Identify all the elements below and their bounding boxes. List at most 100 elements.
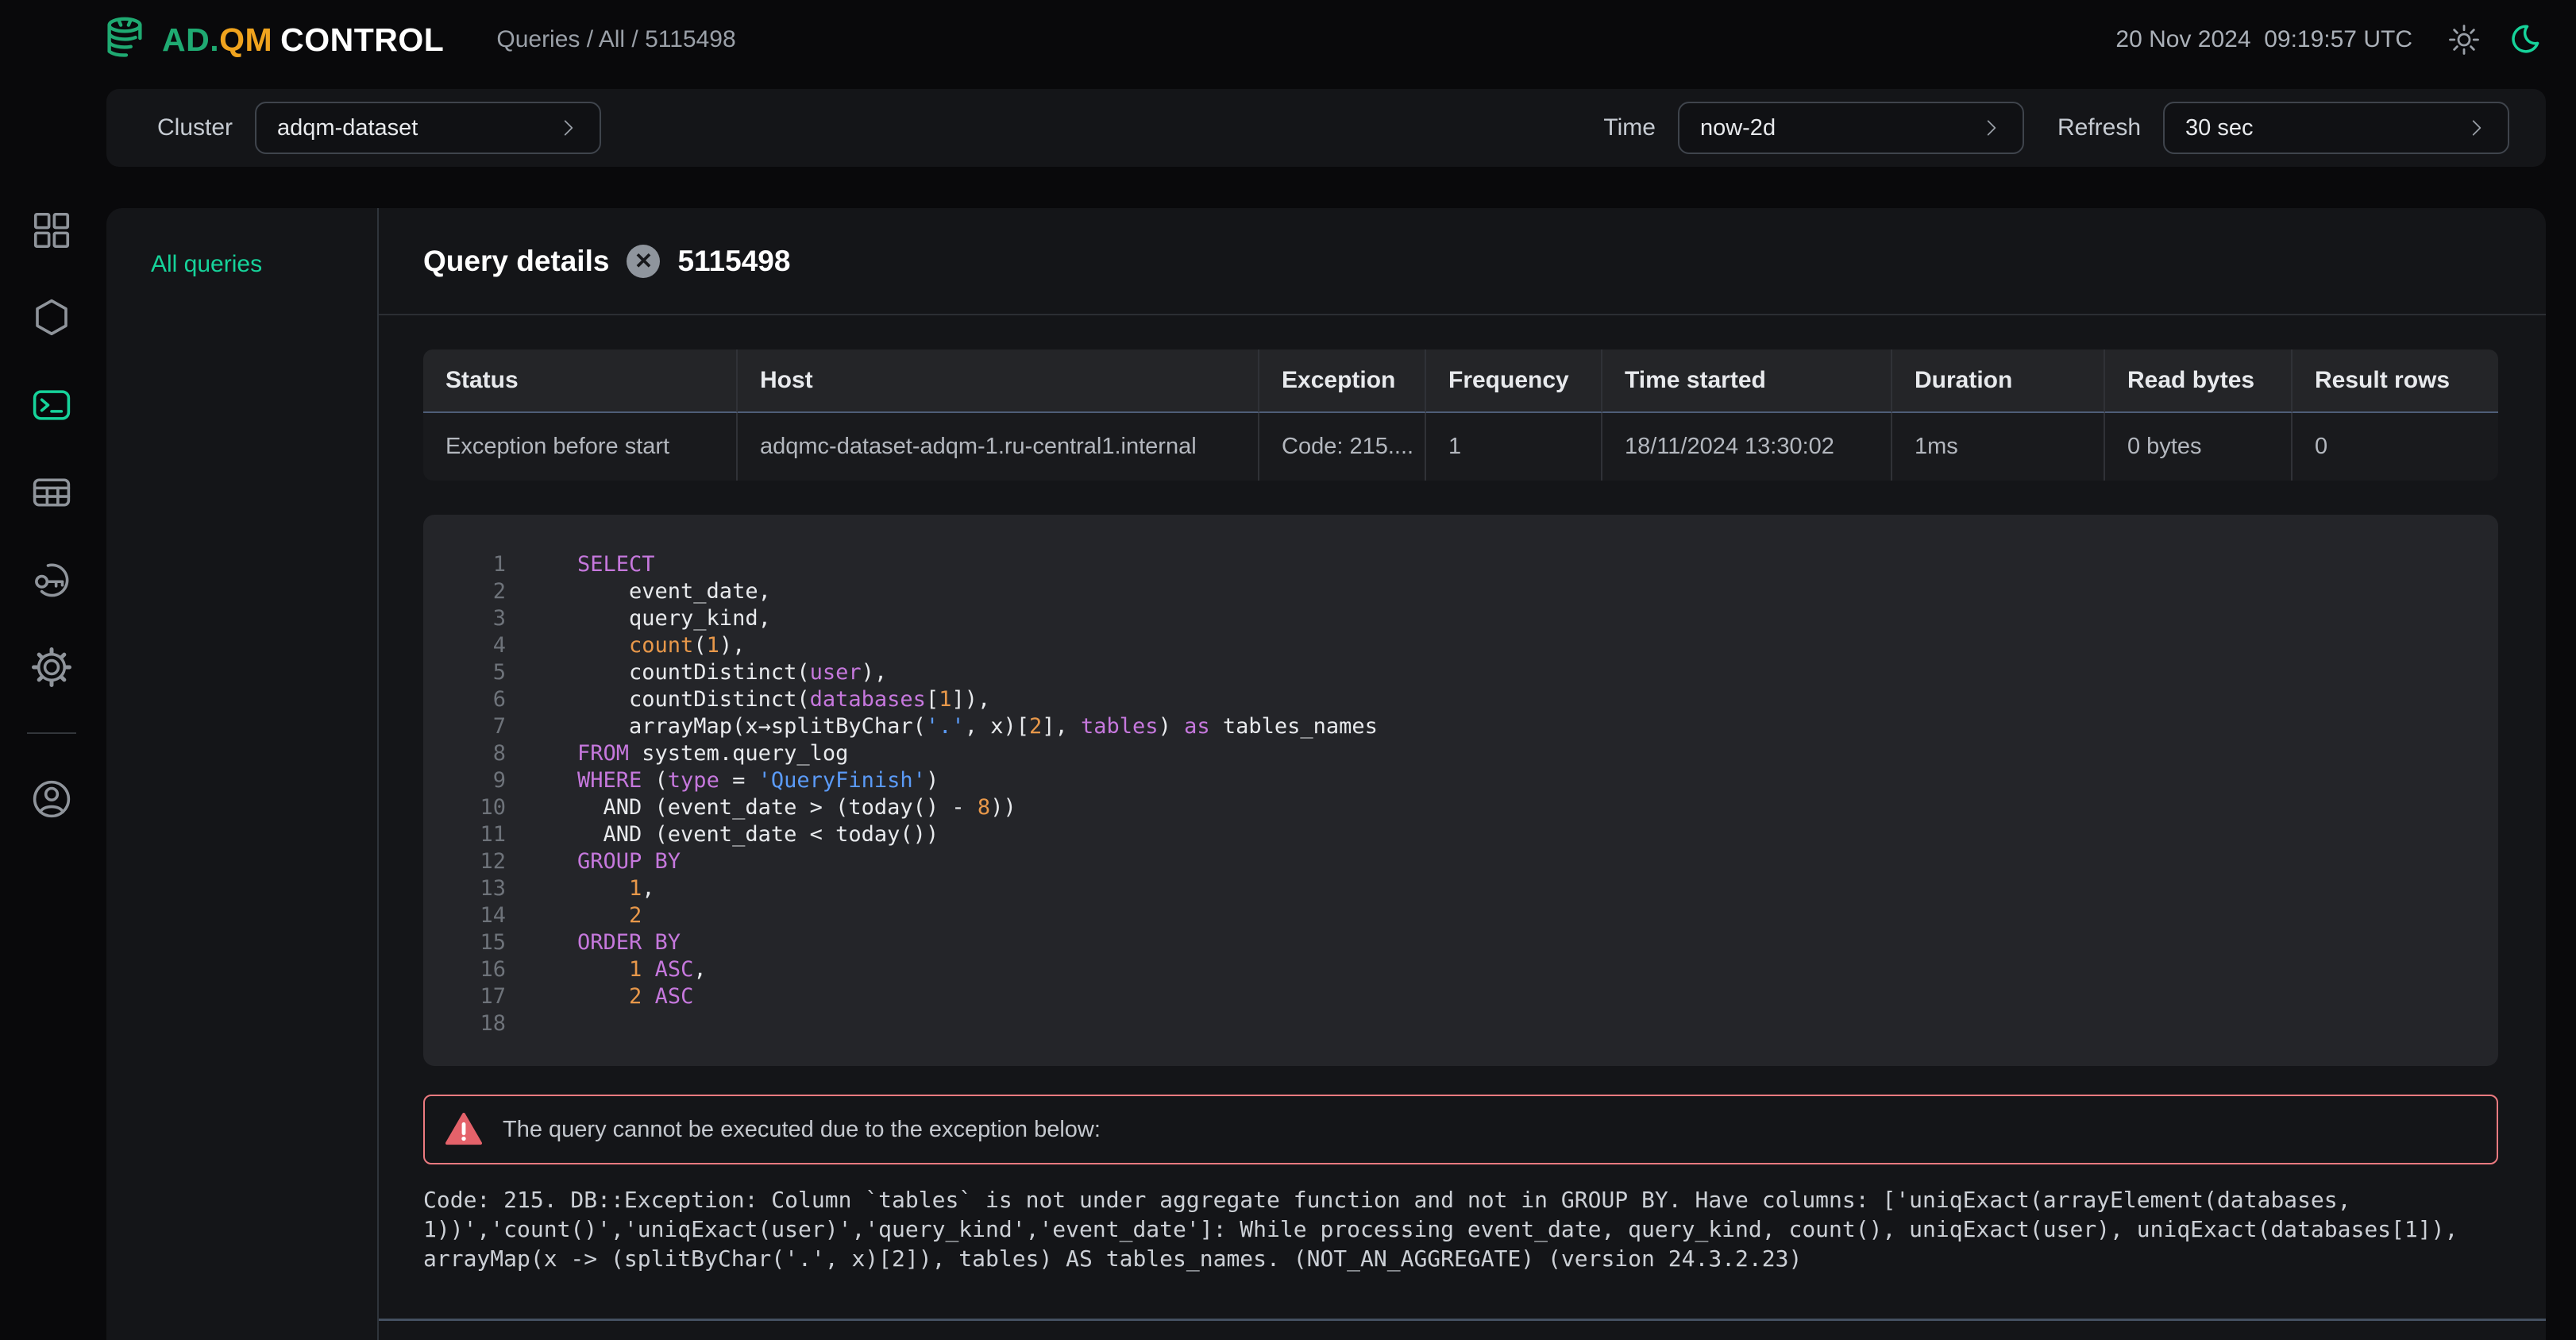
code-text: query_kind, <box>506 605 771 632</box>
line-number: 1 <box>423 551 506 578</box>
code-line: 7 arrayMap(x→splitByChar('.', x)[2], tab… <box>423 713 2498 740</box>
code-text: 1 ASC, <box>506 956 707 983</box>
top-header: AD.QMCONTROL Queries / All / 5115498 20 … <box>0 0 2576 79</box>
code-text: SELECT <box>506 551 655 578</box>
exception-line: 1))','count()','uniqExact(user)','query_… <box>423 1214 2501 1244</box>
code-line: 8FROM system.query_log <box>423 740 2498 767</box>
table-data-icon[interactable] <box>29 470 74 515</box>
chevron-right-icon <box>2466 118 2487 138</box>
chevron-right-icon <box>558 118 579 138</box>
section-divider <box>379 1319 2546 1321</box>
terminal-queries-icon[interactable] <box>29 383 74 427</box>
code-line: 6 countDistinct(databases[1]), <box>423 686 2498 713</box>
code-text: FROM system.query_log <box>506 740 848 767</box>
code-text: arrayMap(x→splitByChar('.', x)[2], table… <box>506 713 1378 740</box>
code-line: 2 event_date, <box>423 578 2498 605</box>
code-line: 5 countDistinct(user), <box>423 659 2498 686</box>
theme-toggle <box>2447 23 2541 56</box>
exception-line: arrayMap(x -> (splitByChar('.', x)[2]), … <box>423 1244 2501 1273</box>
line-number: 16 <box>423 956 506 983</box>
table-cell: Code: 215.... <box>1259 413 1426 481</box>
line-number: 7 <box>423 713 506 740</box>
table-header-cell: Status <box>423 349 738 413</box>
toolbar-right: Time now-2d Refresh 30 sec <box>1603 102 2509 154</box>
code-line: 9WHERE (type = 'QueryFinish') <box>423 767 2498 794</box>
line-number: 13 <box>423 875 506 902</box>
settings-gear-icon[interactable] <box>29 645 74 689</box>
cluster-label: Cluster <box>157 114 233 141</box>
brand-control: CONTROL <box>280 21 444 58</box>
code-text: WHERE (type = 'QueryFinish') <box>506 767 939 794</box>
warning-banner: The query cannot be executed due to the … <box>423 1095 2498 1164</box>
line-number: 4 <box>423 632 506 659</box>
code-line: 14 2 <box>423 902 2498 929</box>
code-line: 1SELECT <box>423 551 2498 578</box>
code-text: 2 <box>506 902 642 929</box>
line-number: 10 <box>423 794 506 821</box>
sql-code-block: 1SELECT2 event_date,3 query_kind,4 count… <box>423 515 2498 1066</box>
key-access-icon[interactable] <box>29 558 74 602</box>
chevron-right-icon <box>1981 118 2002 138</box>
table-header-cell: Host <box>738 349 1259 413</box>
code-text: countDistinct(databases[1]), <box>506 686 990 713</box>
line-number: 12 <box>423 848 506 875</box>
code-line: 3 query_kind, <box>423 605 2498 632</box>
table-header-cell: Frequency <box>1426 349 1602 413</box>
code-line: 4 count(1), <box>423 632 2498 659</box>
brand-ad: AD. <box>162 21 219 58</box>
table-cell: 18/11/2024 13:30:02 <box>1602 413 1892 481</box>
table-cell: 1 <box>1426 413 1602 481</box>
table-header-cell: Exception <box>1259 349 1426 413</box>
warning-text: The query cannot be executed due to the … <box>503 1117 1101 1143</box>
sidebar-rail <box>0 208 103 821</box>
line-number: 18 <box>423 1010 506 1037</box>
code-text: count(1), <box>506 632 745 659</box>
time-select[interactable]: now-2d <box>1678 102 2024 154</box>
refresh-select-value: 30 sec <box>2185 115 2253 141</box>
table-cell: 0 <box>2293 413 2498 481</box>
brand-logo[interactable]: AD.QMCONTROL <box>100 15 444 64</box>
code-text: 2 ASC <box>506 983 693 1010</box>
query-id: 5115498 <box>677 245 790 278</box>
close-icon[interactable]: ✕ <box>627 245 660 278</box>
table-header-row: StatusHostExceptionFrequencyTime started… <box>423 349 2498 413</box>
warning-triangle-icon <box>445 1111 482 1148</box>
code-line: 12GROUP BY <box>423 848 2498 875</box>
hexagon-nodes-icon[interactable] <box>29 295 74 340</box>
exception-message: Code: 215. DB::Exception: Column `tables… <box>423 1185 2501 1273</box>
page-title: Query details <box>423 245 609 278</box>
moon-icon[interactable] <box>2508 23 2541 56</box>
time-label: Time <box>1603 114 1656 141</box>
code-line: 17 2 ASC <box>423 983 2498 1010</box>
line-number: 17 <box>423 983 506 1010</box>
cluster-select-value: adqm-dataset <box>277 115 418 141</box>
cluster-toolbar: Cluster adqm-dataset Time now-2d Refresh… <box>106 89 2546 167</box>
code-line: 13 1, <box>423 875 2498 902</box>
main-panel: All queries Query details ✕ 5115498 Stat… <box>106 208 2546 1340</box>
dashboard-grid-icon[interactable] <box>29 208 74 253</box>
table-header-cell: Result rows <box>2293 349 2498 413</box>
line-number: 3 <box>423 605 506 632</box>
line-number: 15 <box>423 929 506 956</box>
time-select-value: now-2d <box>1700 115 1776 141</box>
sidebar-item-all-queries[interactable]: All queries <box>151 251 262 277</box>
user-account-icon[interactable] <box>29 777 74 821</box>
breadcrumb[interactable]: Queries / All / 5115498 <box>496 26 735 53</box>
table-header-cell: Time started <box>1602 349 1892 413</box>
code-line: 11 AND (event_date < today()) <box>423 821 2498 848</box>
exception-line: Code: 215. DB::Exception: Column `tables… <box>423 1185 2501 1214</box>
code-text: 1, <box>506 875 655 902</box>
queries-subnav: All queries <box>106 208 379 1340</box>
line-number: 2 <box>423 578 506 605</box>
refresh-label: Refresh <box>2057 114 2141 141</box>
code-line: 10 AND (event_date > (today() - 8)) <box>423 794 2498 821</box>
line-number: 9 <box>423 767 506 794</box>
brand-text: AD.QMCONTROL <box>162 21 444 59</box>
logo-db-icon <box>100 15 149 64</box>
refresh-select[interactable]: 30 sec <box>2163 102 2509 154</box>
code-text: GROUP BY <box>506 848 681 875</box>
table-header-cell: Duration <box>1892 349 2105 413</box>
cluster-select[interactable]: adqm-dataset <box>255 102 601 154</box>
sun-icon[interactable] <box>2447 23 2481 56</box>
brand-qm: QM <box>219 21 272 58</box>
